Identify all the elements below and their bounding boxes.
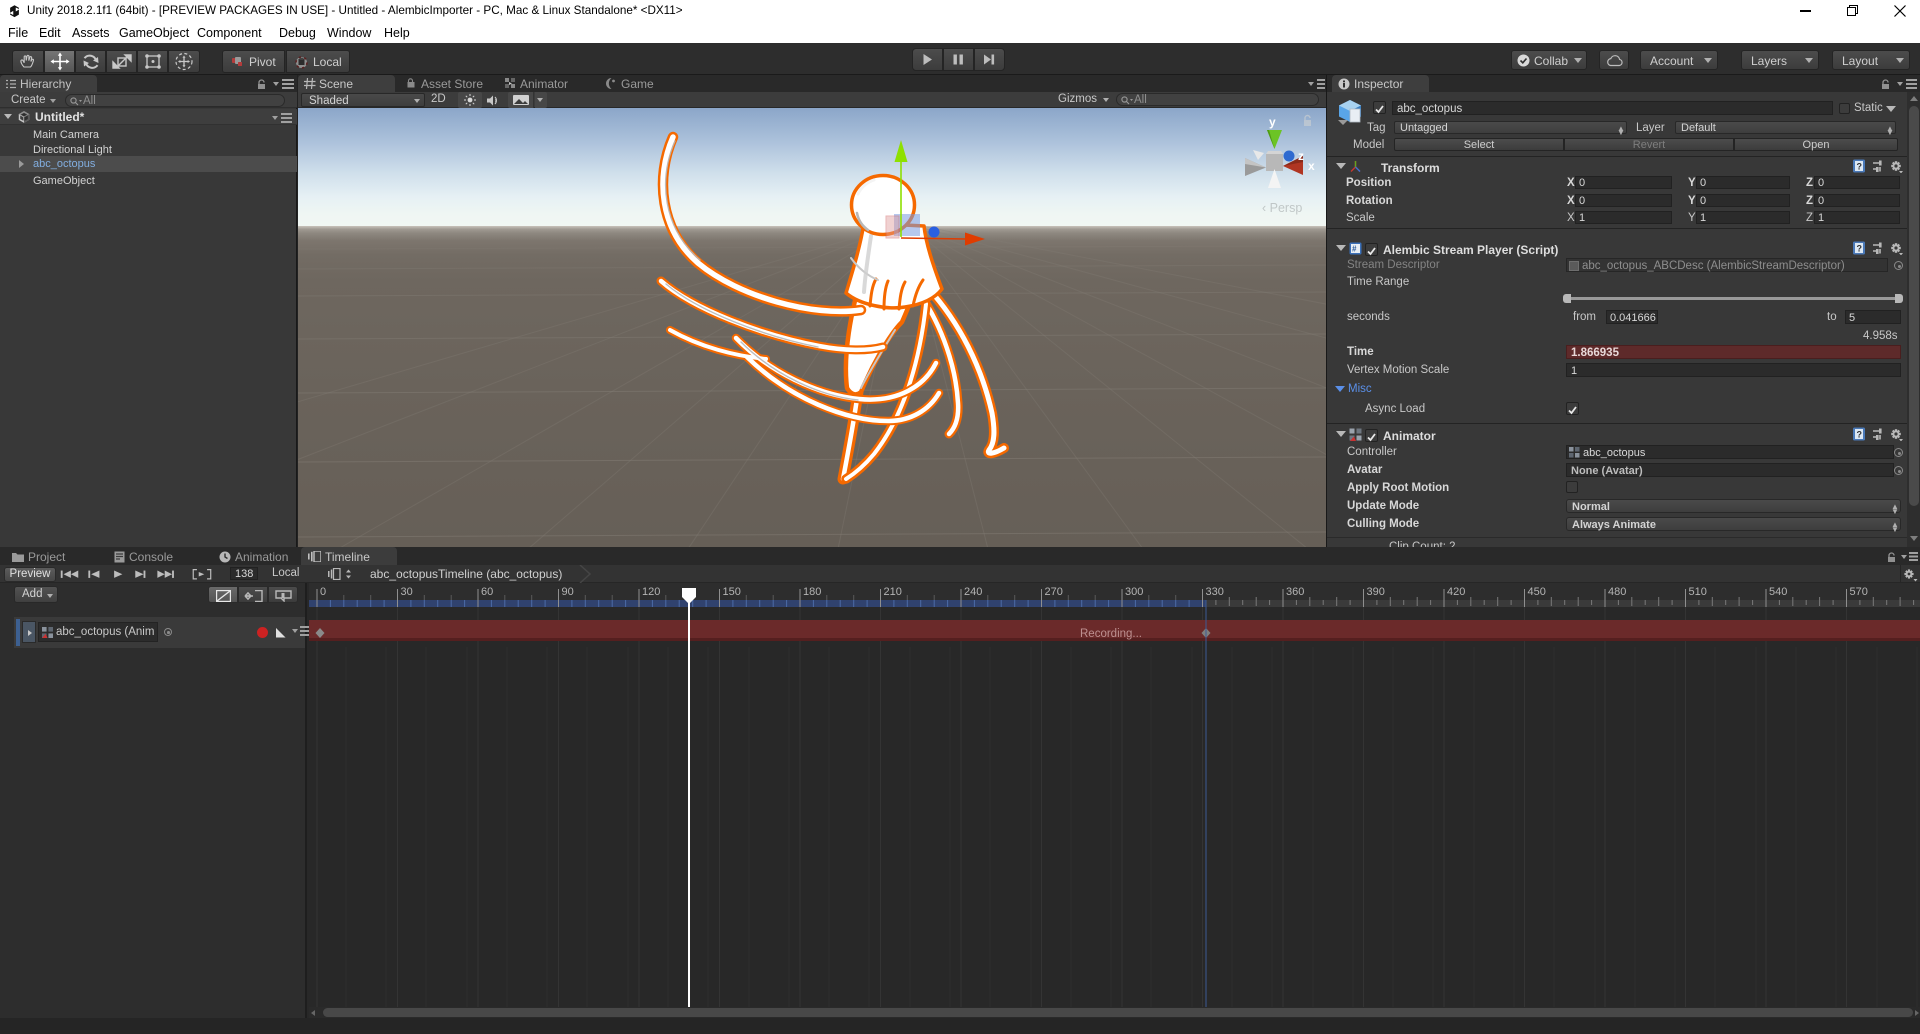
svg-text:240: 240 (964, 586, 982, 598)
svg-text:300: 300 (1125, 586, 1143, 598)
svg-text:450: 450 (1528, 586, 1546, 598)
svg-text:Recording...: Recording... (1080, 628, 1142, 640)
svg-text:510: 510 (1689, 586, 1707, 598)
svg-text:?: ? (1857, 430, 1863, 440)
svg-text:#: # (1352, 245, 1357, 254)
svg-text:210: 210 (884, 586, 902, 598)
svg-text:z: z (1298, 149, 1304, 163)
svg-text:330: 330 (1206, 586, 1224, 598)
svg-text:480: 480 (1608, 586, 1626, 598)
svg-text:30: 30 (401, 586, 413, 598)
svg-text:60: 60 (481, 586, 493, 598)
svg-text:?: ? (1857, 162, 1863, 172)
svg-text:150: 150 (723, 586, 741, 598)
svg-text:540: 540 (1769, 586, 1787, 598)
svg-text:?: ? (1857, 244, 1863, 254)
svg-text:‹ Persp: ‹ Persp (1262, 201, 1302, 215)
svg-text:90: 90 (562, 586, 574, 598)
svg-text:360: 360 (1286, 586, 1304, 598)
svg-text:390: 390 (1367, 586, 1385, 598)
svg-text:0: 0 (320, 586, 326, 598)
svg-text:570: 570 (1850, 586, 1868, 598)
svg-text:270: 270 (1045, 586, 1063, 598)
svg-text:180: 180 (803, 586, 821, 598)
svg-text:420: 420 (1447, 586, 1465, 598)
svg-text:120: 120 (642, 586, 660, 598)
svg-text:y: y (1269, 115, 1276, 129)
svg-text:x: x (1308, 159, 1315, 173)
